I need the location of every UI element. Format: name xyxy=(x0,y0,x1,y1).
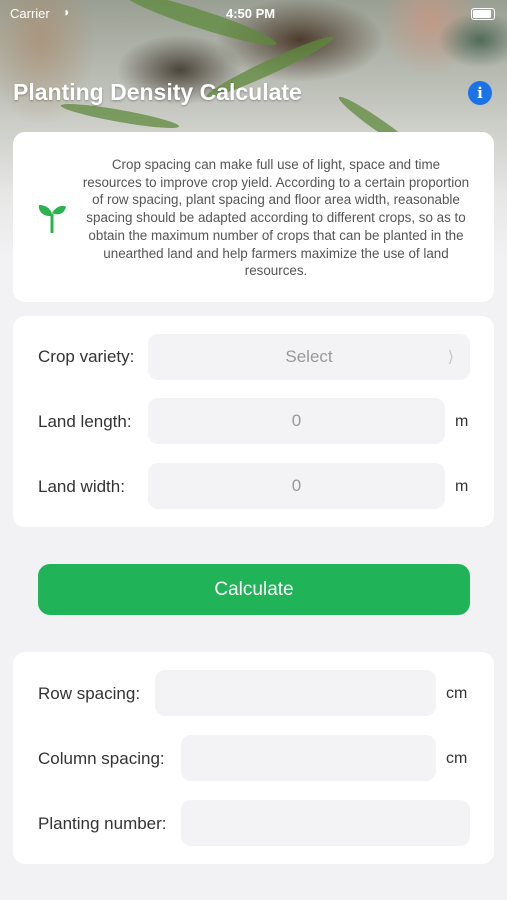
land-width-label: Land width: xyxy=(38,477,125,496)
row-spacing-output xyxy=(155,670,436,716)
land-length-value: 0 xyxy=(291,411,302,430)
status-time: 4:50 PM xyxy=(226,6,276,21)
input-form-card: Crop variety: Select ⟩ Land length: 0 m … xyxy=(13,316,494,527)
crop-variety-value: Select xyxy=(285,347,333,366)
intro-description: Crop spacing can make full use of light,… xyxy=(82,157,470,279)
land-length-input[interactable]: 0 xyxy=(148,398,445,444)
calculate-button[interactable]: Calculate xyxy=(38,564,470,615)
row-spacing-label: Row spacing: xyxy=(38,684,141,703)
results-card: Row spacing: cm Column spacing: cm Plant… xyxy=(13,652,494,864)
intro-card: Crop spacing can make full use of light,… xyxy=(13,132,494,302)
crop-variety-label: Crop variety: xyxy=(38,347,135,366)
land-length-unit: m xyxy=(455,413,469,430)
planting-number-label: Planting number: xyxy=(38,814,167,833)
crop-variety-select[interactable]: Select ⟩ xyxy=(148,334,470,380)
land-width-input[interactable]: 0 xyxy=(148,463,445,509)
chevron-right-icon: ⟩ xyxy=(447,349,454,366)
wifi-icon: ◑ xyxy=(62,5,70,19)
carrier-label: Carrier xyxy=(10,6,50,21)
column-spacing-label: Column spacing: xyxy=(38,749,165,768)
land-length-label: Land length: xyxy=(38,412,132,431)
page-title: Planting Density Calculate xyxy=(13,79,302,105)
land-width-value: 0 xyxy=(291,476,302,495)
column-spacing-output xyxy=(181,735,436,781)
land-width-unit: m xyxy=(455,478,469,495)
planting-number-output xyxy=(181,800,470,846)
status-bar: Carrier ◑ 4:50 PM xyxy=(0,0,507,28)
column-spacing-unit: cm xyxy=(446,750,468,767)
info-icon[interactable]: i xyxy=(468,81,492,105)
sprout-icon xyxy=(38,205,66,233)
row-spacing-unit: cm xyxy=(446,685,468,702)
battery-icon xyxy=(471,8,495,20)
